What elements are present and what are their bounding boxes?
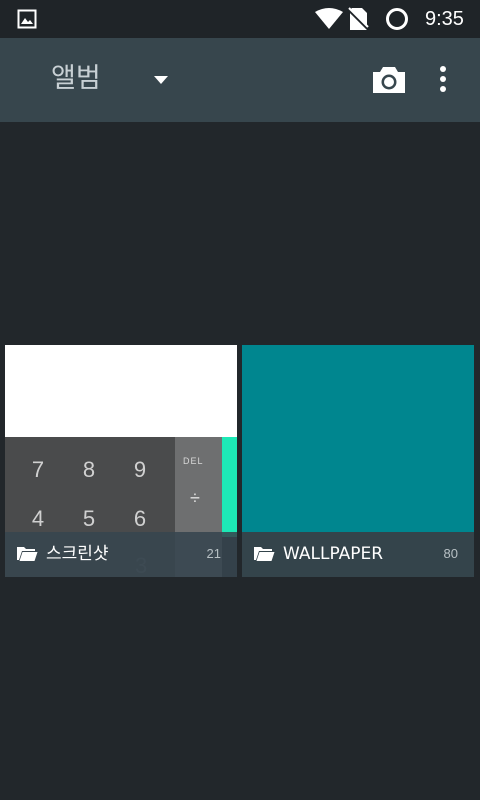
- image-notification-icon: [17, 9, 37, 29]
- camera-icon[interactable]: [370, 64, 408, 96]
- no-sim-icon: [347, 7, 369, 31]
- album-name: WALLPAPER: [283, 544, 384, 564]
- folder-icon: [17, 547, 38, 561]
- circle-status-icon: [386, 8, 408, 30]
- folder-icon: [254, 547, 275, 561]
- album-name: 스크린샷: [46, 544, 109, 564]
- action-bar: 앨범: [0, 38, 480, 122]
- album-tile-footer: 스크린샷 21: [5, 532, 237, 577]
- thumb-key: 7: [31, 457, 45, 482]
- album-tile-wallpaper[interactable]: WALLPAPER 80: [242, 345, 474, 577]
- status-bar: 9:35: [0, 0, 480, 38]
- album-count: 80: [443, 546, 458, 561]
- thumb-key: 6: [133, 506, 147, 531]
- status-time: 9:35: [425, 8, 464, 30]
- album-tile-screenshots[interactable]: 7 8 9 4 5 6 3 DEL ÷ 스크린샷 21: [5, 345, 237, 577]
- album-tile-footer: WALLPAPER 80: [242, 532, 474, 577]
- thumb-key: 9: [133, 457, 147, 482]
- album-count: 21: [206, 546, 221, 561]
- thumb-op: ÷: [190, 488, 200, 508]
- thumb-key: 5: [82, 506, 96, 531]
- album-spinner-title[interactable]: 앨범: [51, 60, 101, 98]
- thumb-key: 8: [82, 457, 96, 482]
- dropdown-caret-icon[interactable]: [153, 75, 169, 85]
- wifi-icon: [315, 8, 343, 29]
- overflow-menu-icon[interactable]: [432, 64, 454, 96]
- thumb-op: DEL: [183, 456, 204, 466]
- thumb-key: 4: [31, 506, 45, 531]
